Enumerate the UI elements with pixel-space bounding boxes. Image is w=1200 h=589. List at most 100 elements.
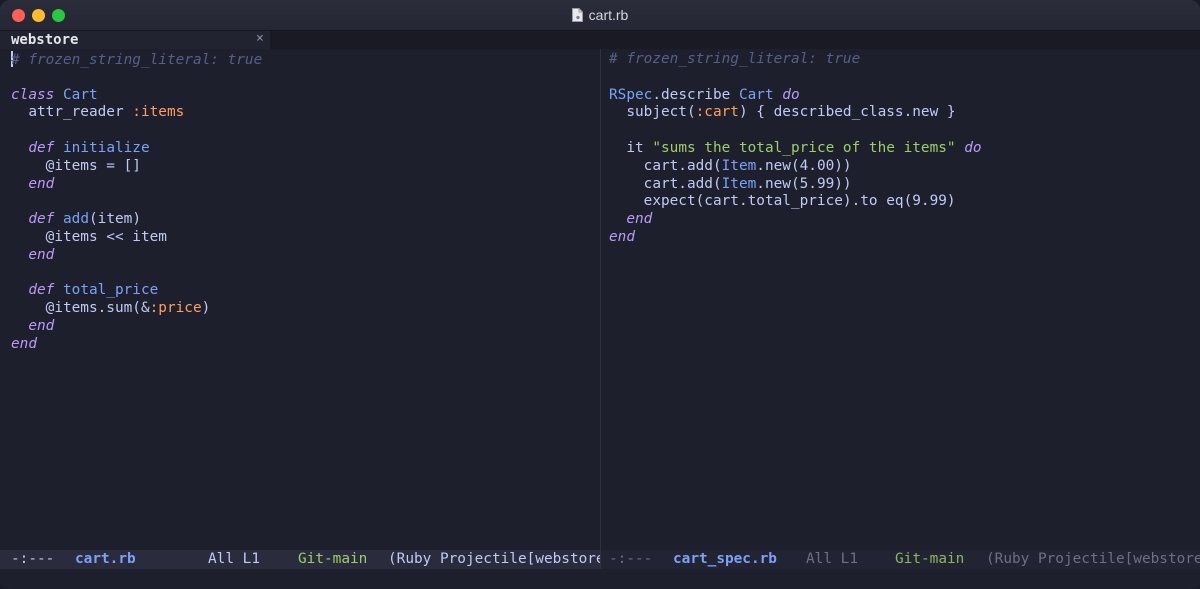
mode-line-git-branch[interactable]: Git-main: [895, 550, 964, 569]
code-token: "sums the total_price of the items": [652, 139, 956, 156]
code-line[interactable]: [11, 122, 262, 140]
code-line[interactable]: @items.sum(&:price): [11, 300, 262, 318]
code-token: def: [28, 139, 55, 156]
code-token: expect(cart.total_price).to eq(9.99): [609, 193, 956, 210]
code-line[interactable]: cart.add(Item.new(4.00)): [609, 158, 982, 176]
code-token: end: [609, 228, 635, 245]
code-line[interactable]: cart.add(Item.new(5.99)): [609, 176, 982, 194]
mode-line-modes[interactable]: (Ruby Projectile[webstore]: [388, 550, 600, 569]
code-line[interactable]: end: [11, 318, 262, 336]
code-line[interactable]: end: [609, 229, 982, 247]
editor-pane-cart-rb[interactable]: # frozen_string_literal: true class Cart…: [0, 49, 600, 550]
code-line[interactable]: subject(:cart) { described_class.new }: [609, 104, 982, 122]
code-token: # frozen_string_literal: true: [609, 51, 861, 67]
code-line[interactable]: attr_reader :items: [11, 104, 262, 122]
code-token: do: [964, 139, 982, 156]
mode-line-modes[interactable]: (Ruby Projectile[webstore]: [986, 550, 1200, 569]
code-token: end: [626, 211, 653, 228]
code-token: add: [63, 211, 89, 228]
code-token: Item: [721, 157, 757, 174]
code-line[interactable]: end: [11, 247, 262, 265]
code-token: initialize: [63, 139, 150, 156]
window-title: cart.rb: [0, 0, 1200, 30]
mode-line-position: All L1: [208, 551, 260, 567]
code-token: end: [28, 246, 55, 263]
code-token: end: [11, 335, 37, 352]
code-line[interactable]: [11, 193, 262, 211]
file-icon: [571, 8, 583, 22]
code-token: def: [28, 211, 55, 228]
code-token: end: [28, 175, 55, 192]
mode-line-buffer-name[interactable]: cart.rb: [75, 550, 136, 569]
code-line[interactable]: expect(cart.total_price).to eq(9.99): [609, 193, 982, 211]
code-token: def: [28, 282, 55, 299]
code-line[interactable]: [11, 69, 262, 87]
code-token: total_price: [63, 282, 159, 299]
code-token: (item): [89, 211, 141, 228]
code-line[interactable]: def total_price: [11, 282, 262, 300]
code-token: .describe: [652, 86, 739, 103]
code-token: ): [201, 300, 211, 317]
editor-window: cart.rb webstore × # frozen_string_liter…: [0, 0, 1200, 589]
code-line[interactable]: @items << item: [11, 229, 262, 247]
code-line[interactable]: class Cart: [11, 87, 262, 105]
code-line[interactable]: # frozen_string_literal: true: [609, 51, 982, 69]
tab-close-icon[interactable]: ×: [256, 31, 264, 46]
code-token: cart.add(: [609, 175, 722, 192]
mode-line-status: -:---: [11, 551, 55, 567]
code-line[interactable]: def add(item): [11, 211, 262, 229]
title-bar[interactable]: cart.rb: [0, 0, 1200, 31]
echo-area: [0, 569, 1200, 589]
code-line[interactable]: it "sums the total_price of the items" d…: [609, 139, 982, 158]
mode-line-buffer-name[interactable]: cart_spec.rb: [673, 550, 777, 569]
mode-line-right[interactable]: -:--- cart_spec.rb All L1 Git-main (Ruby…: [601, 550, 1200, 569]
code-line[interactable]: # frozen_string_literal: true: [11, 51, 262, 69]
code-line[interactable]: def initialize: [11, 140, 262, 158]
code-token: :items: [132, 104, 185, 121]
code-token: :cart: [695, 104, 739, 121]
editor-pane-cart-spec-rb[interactable]: # frozen_string_literal: true RSpec.desc…: [601, 49, 1200, 550]
tab-webstore[interactable]: webstore ×: [0, 31, 270, 49]
tab-label: webstore: [11, 32, 79, 48]
code-buffer-right[interactable]: # frozen_string_literal: true RSpec.desc…: [609, 51, 982, 247]
code-token: cart.add(: [609, 157, 722, 174]
code-token: Item: [721, 175, 757, 192]
mode-line-git-branch[interactable]: Git-main: [298, 550, 367, 569]
code-line[interactable]: RSpec.describe Cart do: [609, 87, 982, 105]
code-line[interactable]: @items = []: [11, 158, 262, 176]
mode-line-left[interactable]: -:--- cart.rb All L1 Git-main (Ruby Proj…: [0, 550, 600, 569]
tab-bar: webstore ×: [0, 31, 1200, 49]
code-line[interactable]: end: [609, 211, 982, 229]
code-token: end: [28, 317, 55, 334]
code-token: :price: [149, 300, 202, 317]
code-token: @items = []: [11, 157, 141, 174]
code-buffer-left[interactable]: # frozen_string_literal: true class Cart…: [11, 51, 262, 354]
mode-line-status: -:---: [609, 551, 653, 567]
code-line[interactable]: end: [11, 336, 262, 354]
code-token: @items.sum(&: [11, 300, 150, 317]
code-line[interactable]: [609, 122, 982, 140]
code-token: ) { described_class.new }: [738, 104, 956, 121]
code-line[interactable]: [11, 265, 262, 283]
code-line[interactable]: end: [11, 176, 262, 194]
code-token: Cart: [63, 86, 98, 103]
code-token: @items << item: [11, 228, 167, 245]
code-token: class: [11, 86, 55, 103]
code-token: subject(: [609, 104, 696, 121]
code-token: Cart: [738, 86, 774, 103]
code-line[interactable]: [609, 69, 982, 87]
mode-line-position: All L1: [806, 551, 858, 567]
window-title-text: cart.rb: [588, 7, 629, 23]
code-token: .new(4.00)): [756, 157, 852, 174]
